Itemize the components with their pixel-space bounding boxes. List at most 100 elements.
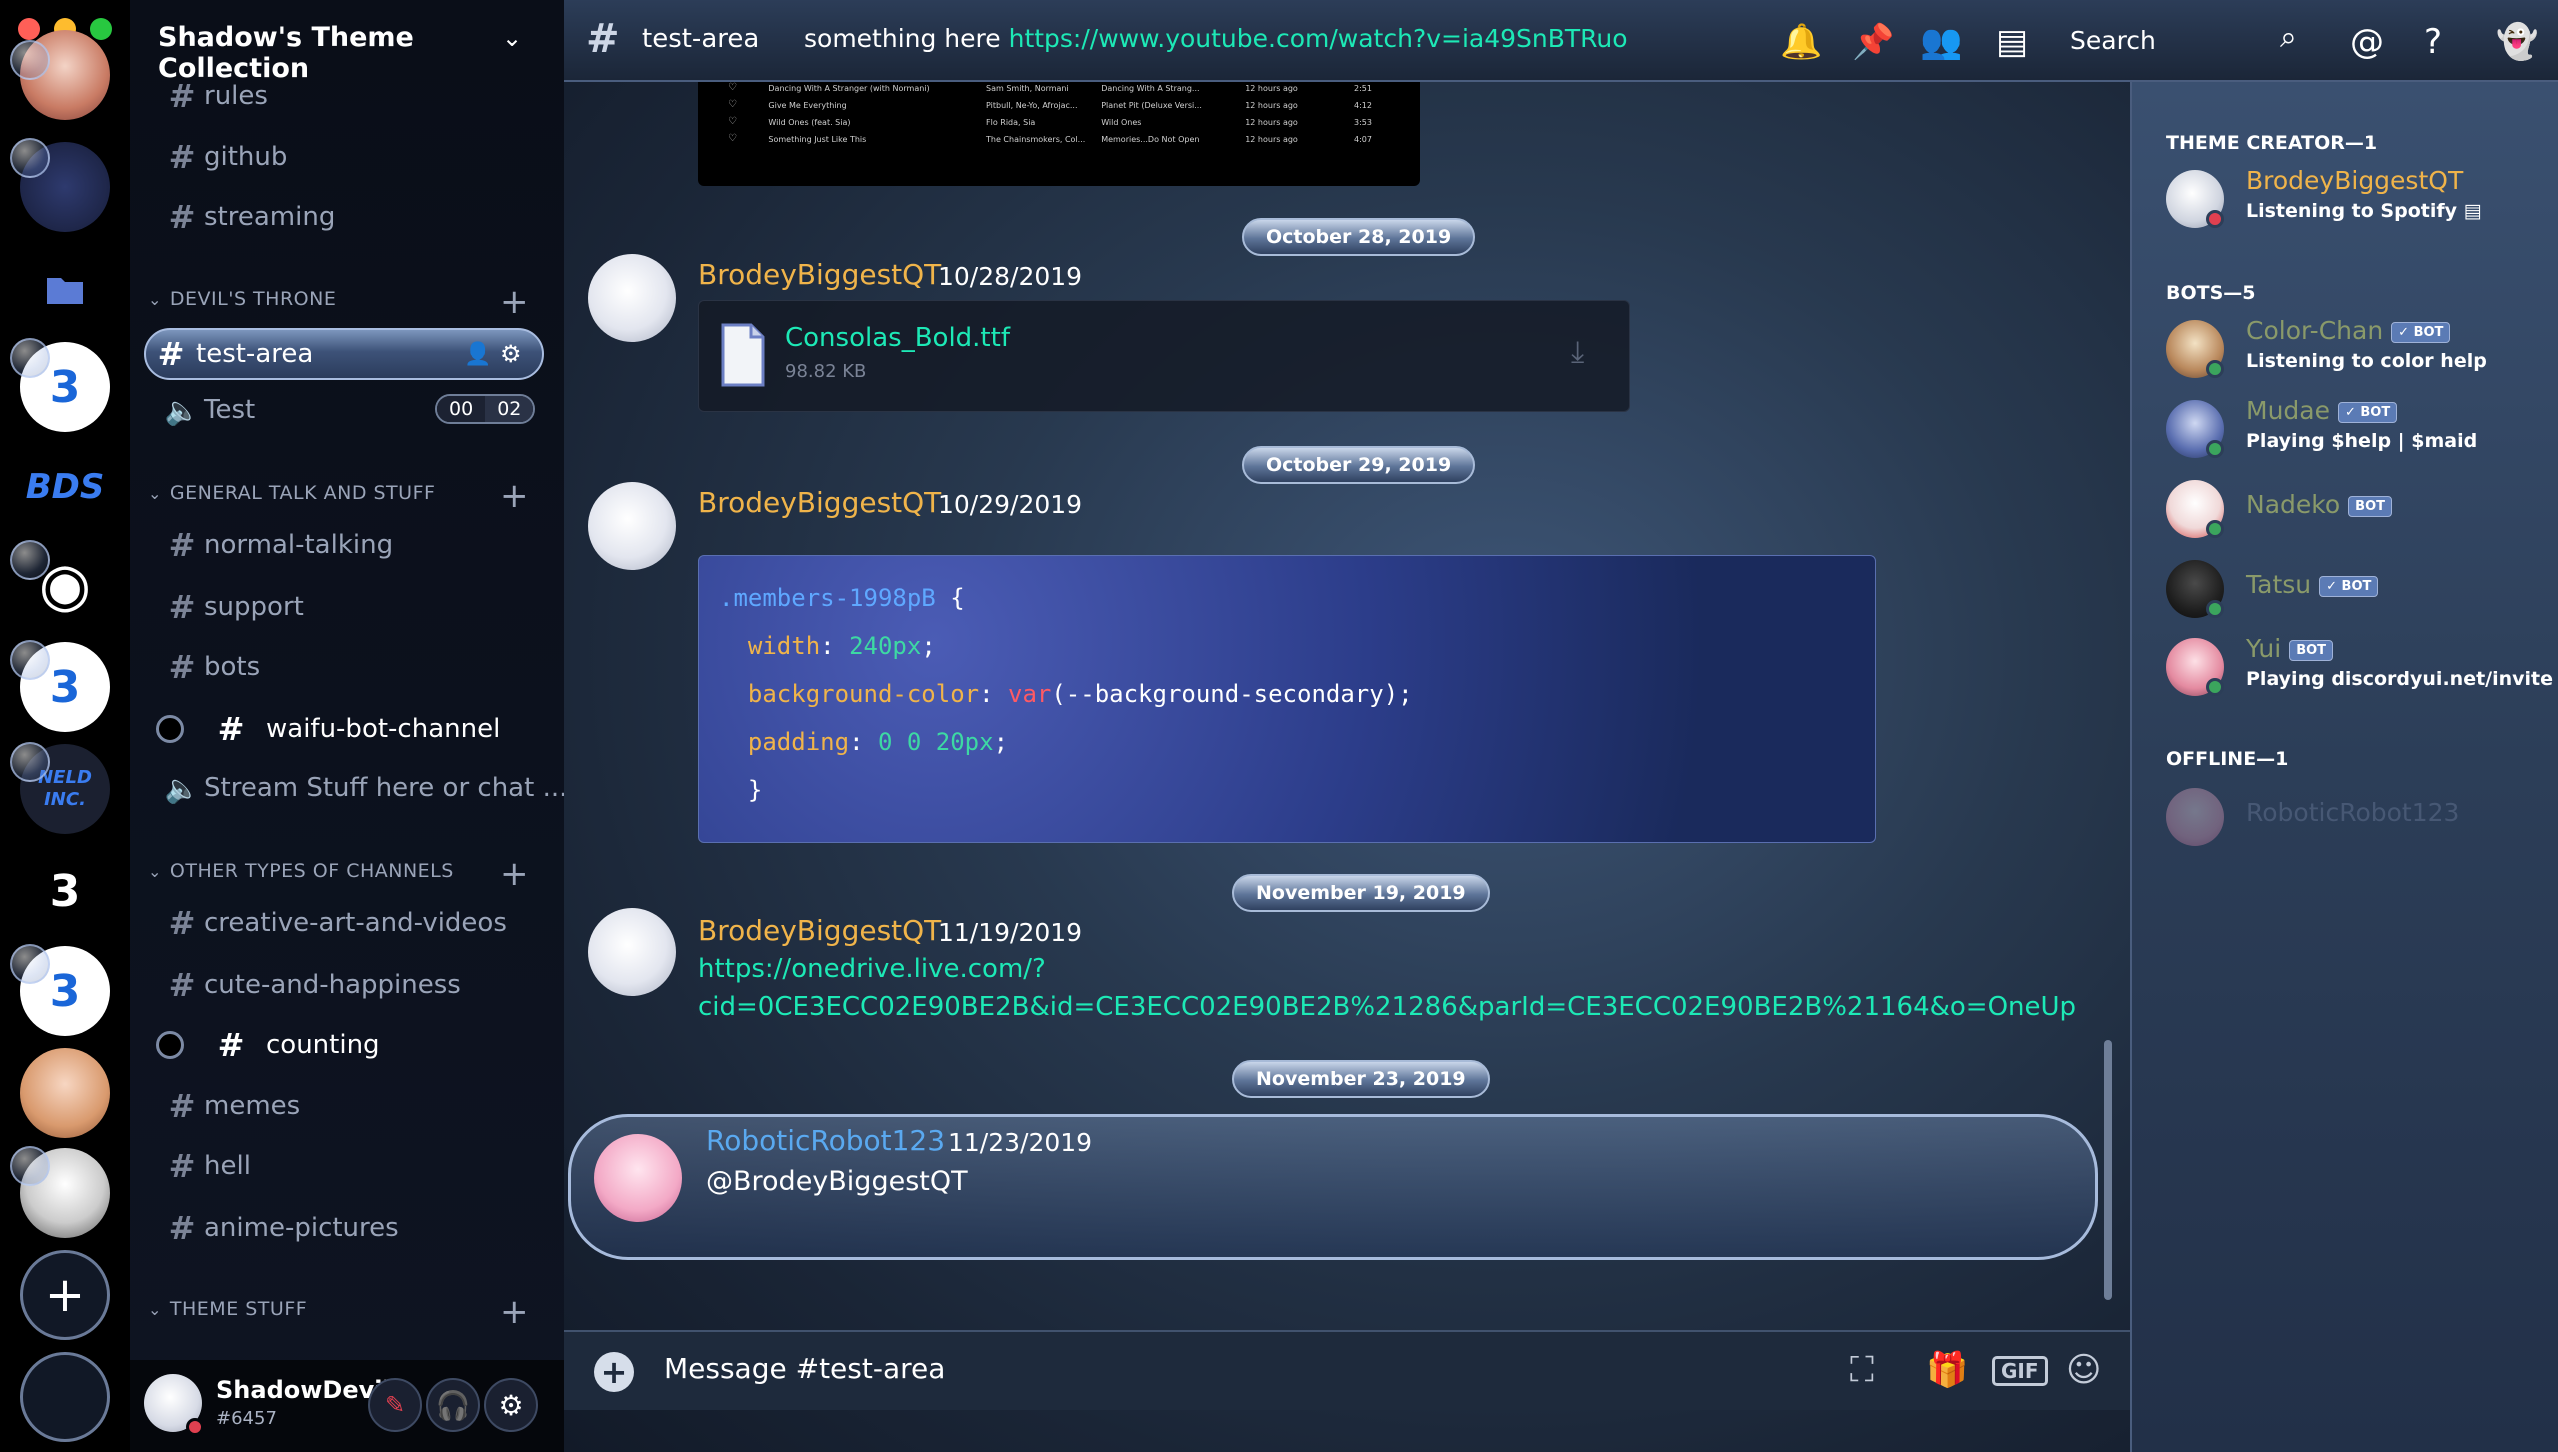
member-name[interactable]: RoboticRobot123 [2246,798,2459,827]
add-server-button[interactable]: + [20,1250,110,1340]
dnd-status-icon [186,1418,204,1436]
speaker-icon: 🔈 [164,393,200,427]
playlist-image-embed[interactable]: ♡ Dancing With A Stranger (with Normani) S… [698,82,1420,186]
channel-cute-and-happiness[interactable]: # cute-and-happiness [160,959,461,1011]
file-attachment: Consolas_Bold.ttf 98.82 KB ⤓ [698,300,1630,412]
upload-button[interactable]: + [594,1352,634,1392]
folder-icon[interactable] [20,250,110,330]
channel-counting[interactable]: # counting [156,1019,380,1071]
channel-rules[interactable]: # rules [160,70,268,122]
search-input[interactable]: Search [2070,14,2370,66]
channel-normal-talking[interactable]: # normal-talking [160,519,394,571]
user-tag: #6457 [216,1408,277,1429]
hash-icon: # [217,1026,245,1064]
member-name[interactable]: BrodeyBiggestQT [2246,166,2463,195]
code-line-4: padding: 0 0 20px; [747,728,1009,756]
mention-icon[interactable]: @ [2350,22,2384,62]
channel-label: anime-pictures [204,1213,399,1243]
hash-icon: # [168,966,196,1004]
emoji-icon[interactable]: ☺ [2066,1350,2101,1390]
user-settings-button[interactable]: ⚙ [484,1378,538,1432]
category-devils-throne[interactable]: ⌄ DEVIL'S THRONE [140,288,336,310]
chevron-down-icon[interactable]: ⌄ [502,24,522,52]
server-icon-bds[interactable]: BDS [20,442,110,532]
scrollbar[interactable] [2104,1040,2112,1300]
heart-icon[interactable]: ♡ [728,82,737,93]
add-channel-button[interactable]: + [500,1295,529,1329]
avatar[interactable] [594,1134,682,1222]
avatar[interactable] [588,482,676,570]
playlist-cell-album: Memories...Do Not Open [1101,135,1200,144]
channel-streaming[interactable]: # streaming [160,191,336,243]
chevron-down-icon: ⌄ [148,861,162,881]
translate-icon[interactable]: ⛶ [1850,1350,1874,1390]
add-channel-button[interactable]: + [500,479,529,513]
mute-mic-button[interactable]: ✎ [368,1378,422,1432]
channel-hell[interactable]: # hell [160,1140,251,1192]
category-other-channels[interactable]: ⌄ OTHER TYPES OF CHANNELS [140,860,454,882]
avatar[interactable] [588,908,676,996]
help-icon[interactable]: ? [2424,22,2442,62]
heart-icon[interactable]: ♡ [728,99,737,110]
avatar[interactable] [588,254,676,342]
playlist-cell-title: Something Just Like This [768,135,867,144]
topic-link[interactable]: https://www.youtube.com/watch?v=ia49SnBT… [1009,24,1628,53]
verified-bot-badge: ✓ BOT [2337,401,2398,423]
add-channel-button[interactable]: + [500,857,529,891]
members-icon[interactable]: 👥 [1920,22,1962,62]
channel-test-area-selected[interactable]: # test-area 👤 ⚙ [144,328,544,380]
member-name[interactable]: Color-Chan ✓ BOT [2246,316,2451,345]
message-link-cont[interactable]: cid=0CE3ECC02E90BE2B&id=CE3ECC02E90BE2B%… [698,992,2076,1022]
category-general-talk[interactable]: ⌄ GENERAL TALK AND STUFF [140,482,435,504]
channel-memes[interactable]: # memes [160,1080,301,1132]
category-theme-stuff[interactable]: ⌄ THEME STUFF [140,1298,307,1320]
heart-icon[interactable]: ♡ [728,116,737,127]
online-status-icon [2206,360,2224,378]
heart-icon[interactable]: ♡ [728,133,737,144]
channel-support[interactable]: # support [160,581,304,633]
channel-github[interactable]: # github [160,131,288,183]
file-name-link[interactable]: Consolas_Bold.ttf [785,323,1010,353]
playlist-cell-artist: Sam Smith, Normani [986,84,1069,93]
playlist-cell-album: Dancing With A Strang... [1101,84,1200,93]
member-name[interactable]: Mudae ✓ BOT [2246,396,2398,425]
server-icon-partial[interactable] [20,1352,110,1442]
voice-channel-test[interactable]: 🔈 Test [160,384,256,436]
channel-waifu-bot-channel[interactable]: # waifu-bot-channel [156,703,500,755]
message-author[interactable]: BrodeyBiggestQT [698,914,941,947]
bell-icon[interactable]: 🔔 [1780,22,1822,62]
gift-icon[interactable]: 🎁 [1926,1350,1968,1390]
member-name[interactable]: Yui BOT [2246,634,2334,663]
close-window-button[interactable] [18,18,40,40]
message-author[interactable]: BrodeyBiggestQT [698,486,941,519]
message-author[interactable]: BrodeyBiggestQT [698,258,941,291]
message-input[interactable]: Message #test-area [664,1352,945,1385]
server-bubble-decoration [10,40,50,80]
ghost-icon[interactable]: 👻 [2496,22,2538,62]
channel-creative-art-and-videos[interactable]: # creative-art-and-videos [160,897,507,949]
add-channel-button[interactable]: + [500,285,529,319]
member-name[interactable]: Nadeko BOT [2246,490,2392,519]
deafen-button[interactable]: 🎧 [426,1378,480,1432]
user-panel: ShadowDevil... #6457 ✎ 🎧 ⚙ [130,1360,564,1452]
maximize-window-button[interactable] [90,18,112,40]
channel-bots[interactable]: # bots [160,641,261,693]
pin-icon[interactable]: 📌 [1852,22,1894,62]
channel-anime-pictures[interactable]: # anime-pictures [160,1202,399,1254]
gif-button[interactable]: GIF [1992,1356,2048,1386]
member-name[interactable]: Tatsu ✓ BOT [2246,570,2379,599]
message-link[interactable]: https://onedrive.live.com/? [698,954,1046,984]
server-icon-7[interactable] [20,1048,110,1138]
gear-icon[interactable]: ⚙ [500,340,522,368]
voice-channel-stream[interactable]: 🔈 Stream Stuff here or chat ... [160,762,568,814]
message-author[interactable]: RoboticRobot123 [706,1124,945,1157]
playlist-cell-artist: Flo Rida, Sia [986,118,1036,127]
verified-bot-badge: ✓ BOT [2319,575,2379,597]
member-activity: Listening to Spotify ▤ [2246,200,2482,222]
download-icon[interactable]: ⤓ [1571,335,1584,370]
notes-icon[interactable]: ▤ [1996,22,2028,62]
avatar[interactable] [2166,788,2224,846]
server-icon-5[interactable]: 3 [20,846,110,936]
channel-label: hell [204,1151,251,1181]
invite-icon[interactable]: 👤 [464,342,491,367]
